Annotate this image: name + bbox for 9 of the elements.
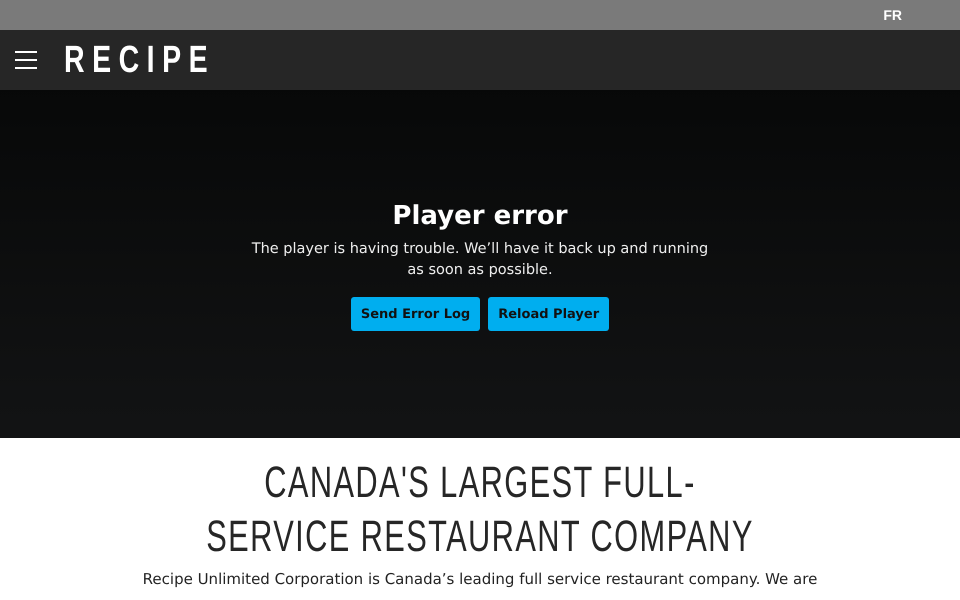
error-message: The player is having trouble. We’ll have it back up and running as soon as possible. [250,240,710,280]
section-heading: CANADA'S LARGEST FULL-SERVICE RESTAURANT COMPANY [205,457,755,563]
player-button[interactable]: Send Error Log [350,297,480,331]
error-title: Player error [392,201,568,231]
logo[interactable]: RECIPE [64,40,216,80]
language-link[interactable]: FR [883,7,902,23]
intro-paragraph: Recipe Unlimited Corporation is Canada’s leading full service restaurant company. We are [142,570,818,588]
player-button[interactable]: Reload Player [488,297,610,331]
menu-icon[interactable] [15,51,37,69]
